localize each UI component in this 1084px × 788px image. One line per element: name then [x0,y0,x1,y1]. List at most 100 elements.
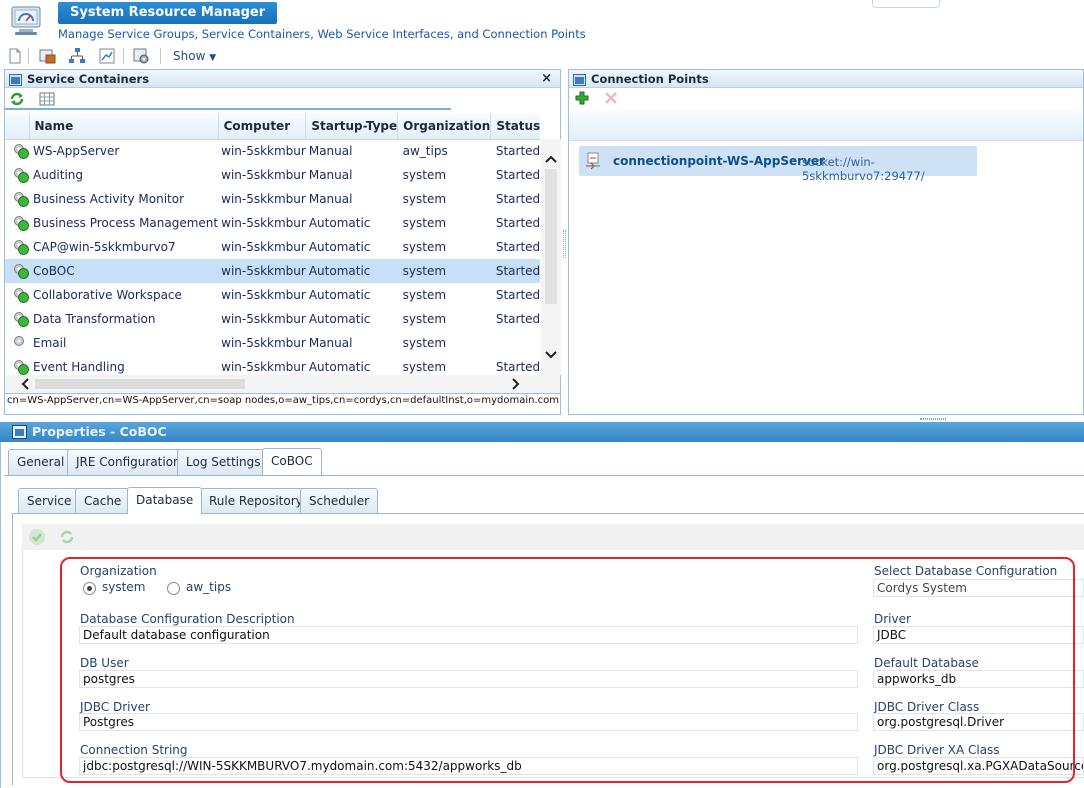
row-computer: win-5skkmbur [221,336,306,350]
column-header-status[interactable]: Status [490,113,540,140]
column-header-name[interactable]: Name [29,113,219,140]
row-computer: win-5skkmbur [221,216,306,230]
service-started-icon [13,143,29,160]
service-containers-panel: Service Containers × Name Computer Start… [4,69,561,415]
row-organization: system [402,168,447,182]
horizontal-scrollbar[interactable] [5,375,560,393]
row-computer: win-5skkmbur [218,259,306,283]
tab-log-settings[interactable]: Log Settings [177,449,270,475]
table-row[interactable]: Event Handling win-5skkmbur Automatic syste… [5,355,540,375]
table-row[interactable]: Business Process Management win-5skkmbur A… [5,211,540,235]
table-row[interactable]: Data Transformation win-5skkmbur Automatic… [5,307,540,331]
subtab-cache[interactable]: Cache [75,488,131,514]
tab-coboc[interactable]: CoBOC [262,448,322,475]
connection-point-uri: socket://win-5skkmburvo7:29477/ [802,155,925,183]
row-startup-type: Automatic [308,360,371,374]
row-name: CoBOC [29,259,219,283]
connection-point-name: connectionpoint-WS-AppServer [613,154,825,168]
row-name: Event Handling [33,360,125,374]
scroll-up-icon[interactable] [545,152,557,166]
hierarchy-icon[interactable] [68,47,86,65]
add-icon[interactable] [575,91,589,108]
connection-points-title: Connection Points [591,72,709,86]
connection-point-item[interactable]: connectionpoint-WS-AppServer socket://wi… [579,146,977,183]
row-status: Started [495,192,540,206]
new-document-icon[interactable] [6,47,24,65]
row-organization: system [402,312,447,326]
subtab-rule-repository[interactable]: Rule Repository [200,488,312,514]
row-startup-type: Automatic [308,240,371,254]
row-icon-cell [5,283,29,307]
settings-icon[interactable] [132,47,150,65]
row-startup-type: Manual [308,192,353,206]
row-icon-cell [5,235,29,259]
row-startup-type: Automatic [308,288,371,302]
tab-general[interactable]: General [8,449,74,475]
delete-icon[interactable] [605,92,617,107]
subtab-service[interactable]: Service [18,488,81,514]
service-started-icon [13,287,29,303]
column-header-organization[interactable]: Organization [397,113,492,140]
panel-icon [9,73,22,86]
table-row[interactable]: Business Activity Monitor win-5skkmbur Man… [5,187,540,211]
service-containers-grid: Name Computer Startup-Type Organization … [5,113,540,375]
table-row[interactable]: CoBOC win-5skkmbur Automatic system Started [5,259,540,283]
tab-jre-configuration[interactable]: JRE Configuration [67,449,190,475]
service-containers-header: Service Containers × [5,70,560,88]
vertical-scrollbar[interactable] [541,139,561,375]
connection-points-header: Connection Points [569,70,1083,88]
table-row[interactable]: Auditing win-5skkmbur Manual system Started [5,163,540,187]
properties-header: Properties - CoBOC [0,422,1084,442]
row-startup-type: Manual [308,336,353,350]
row-startup-type: Automatic [305,259,398,283]
chart-icon[interactable] [98,47,116,65]
table-row[interactable]: CAP@win-5skkmburvo7 win-5skkmbur Automatic… [5,235,540,259]
row-icon-cell [5,163,29,187]
column-icon-header [5,113,30,140]
save-icon[interactable] [28,528,46,549]
row-status: Started [495,288,540,302]
column-header-computer[interactable]: Computer [218,113,307,140]
row-status: Started [495,240,540,254]
service-started-icon [13,239,29,255]
horizontal-scroll-thumb[interactable] [35,379,245,389]
row-name: WS-AppServer [33,144,120,159]
close-icon[interactable]: × [541,70,552,88]
row-status: Started [495,312,540,326]
system-resource-manager-icon [10,4,44,38]
row-startup-type: Manual [308,144,353,159]
scroll-left-icon[interactable] [21,378,29,393]
app-subtitle: Manage Service Groups, Service Container… [58,27,586,41]
service-started-icon [13,191,29,207]
table-row[interactable]: Email win-5skkmbur Manual system [5,331,540,355]
row-name: Data Transformation [33,312,156,326]
scroll-right-icon[interactable] [512,378,520,393]
row-organization: system [402,360,447,374]
row-name: Auditing [33,168,84,182]
row-computer: win-5skkmbur [221,144,306,159]
show-menu[interactable]: Show ▼ [173,49,216,63]
row-icon-cell [5,211,29,235]
row-icon-cell [5,331,29,355]
connection-point-icon [585,152,601,173]
table-row[interactable]: WS-AppServer win-5skkmbur Manual aw_tips Sta… [5,139,540,163]
properties-title: Properties - CoBOC [32,424,167,439]
subtab-scheduler[interactable]: Scheduler [300,488,379,514]
subtab-database[interactable]: Database [127,487,203,514]
service-started-icon [13,215,29,231]
collapsed-tab[interactable] [872,0,940,8]
resize-handle[interactable] [563,230,566,258]
vertical-scroll-thumb[interactable] [545,169,557,304]
scroll-down-icon[interactable] [545,348,557,362]
service-group-icon[interactable] [38,47,56,65]
row-computer: win-5skkmbur [221,312,306,326]
row-status [491,331,540,355]
row-startup-type: Automatic [308,312,371,326]
column-header-startup-type[interactable]: Startup-Type [305,113,399,140]
service-containers-title: Service Containers [27,72,150,86]
row-organization: system [397,259,491,283]
refresh-icon[interactable] [58,528,76,549]
row-organization: system [402,216,447,230]
row-name: Business Process Management [33,216,219,230]
table-row[interactable]: Collaborative Workspace win-5skkmbur Autom… [5,283,540,307]
